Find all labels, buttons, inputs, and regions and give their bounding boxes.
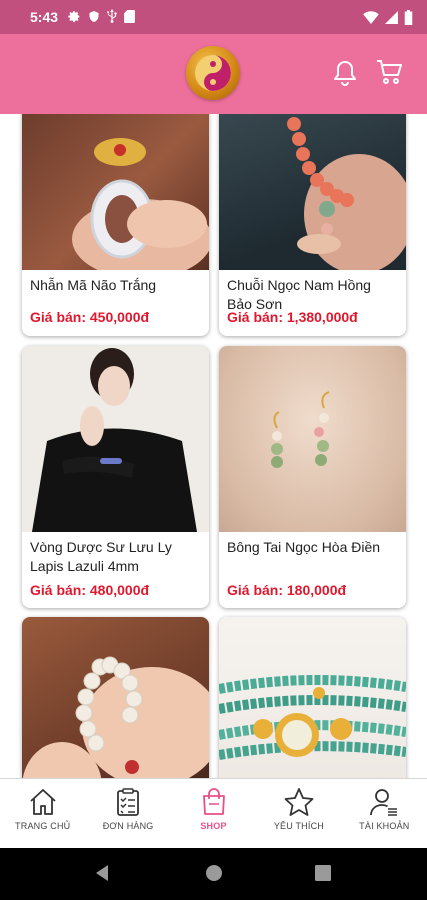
nav-label: TÀI KHOẢN — [359, 821, 410, 831]
product-grid[interactable]: Nhẫn Mã Não Trắng Giá bán: 450,000đ Chuỗ… — [0, 114, 427, 778]
product-image — [22, 346, 209, 532]
product-name: Nhẫn Mã Não Trắng — [30, 277, 157, 293]
usb-icon — [107, 9, 117, 25]
shield-icon — [88, 10, 100, 25]
product-image — [22, 114, 209, 270]
home-circle-icon[interactable] — [205, 864, 223, 882]
product-image — [219, 617, 406, 778]
android-nav-bar — [0, 848, 427, 900]
nav-label: TRANG CHỦ — [15, 821, 71, 831]
product-card[interactable] — [22, 617, 209, 778]
product-name: Chuỗi Ngọc Nam Hồng Bảo Sơn — [227, 277, 371, 312]
battery-icon — [404, 9, 413, 25]
product-card[interactable]: Bông Tai Ngọc Hòa Điền Giá bán: 180,000đ — [219, 346, 406, 608]
gear-icon — [68, 10, 81, 25]
account-icon — [370, 789, 398, 816]
sd-card-icon — [124, 9, 135, 25]
product-image — [219, 346, 406, 532]
nav-item-don-hang[interactable]: ĐƠN HÀNG — [85, 779, 170, 848]
wifi-icon — [363, 10, 379, 24]
product-image — [219, 114, 406, 270]
product-card[interactable]: Chuỗi Ngọc Nam Hồng Bảo Sơn Giá bán: 1,3… — [219, 114, 406, 336]
nav-item-trang-chu[interactable]: TRANG CHỦ — [0, 779, 85, 848]
star-icon — [284, 788, 314, 816]
bottom-nav: TRANG CHỦ ĐƠN HÀNG SHOP YÊU THÍCH TÀI KH… — [0, 778, 427, 848]
nav-item-shop[interactable]: SHOP — [171, 779, 256, 848]
product-name: Bông Tai Ngọc Hòa Điền — [227, 539, 381, 555]
back-icon[interactable] — [94, 864, 110, 882]
product-name: Vòng Dược Sư Lưu Ly Lapis Lazuli 4mm — [30, 539, 172, 574]
product-card[interactable]: Vòng Dược Sư Lưu Ly Lapis Lazuli 4mm Giá… — [22, 346, 209, 608]
status-time: 5:43 — [30, 9, 59, 25]
bell-icon[interactable] — [333, 60, 357, 91]
cart-icon[interactable] — [376, 58, 404, 91]
app-header — [0, 34, 427, 114]
status-right-icons — [363, 9, 413, 25]
status-bar: 5:43 — [0, 0, 427, 34]
nav-label: YÊU THÍCH — [273, 821, 324, 831]
shopping-bag-icon — [202, 788, 225, 815]
clipboard-icon — [117, 788, 140, 816]
signal-icon — [385, 10, 398, 24]
product-card[interactable] — [219, 617, 406, 778]
product-price: Giá bán: 180,000đ — [227, 582, 347, 598]
nav-label: SHOP — [200, 821, 227, 831]
nav-item-tai-khoan[interactable]: TÀI KHOẢN — [342, 779, 427, 848]
recents-icon[interactable] — [315, 865, 331, 881]
product-price: Giá bán: 480,000đ — [30, 582, 150, 598]
nav-label: ĐƠN HÀNG — [102, 821, 154, 831]
product-image — [22, 617, 209, 778]
product-card[interactable]: Nhẫn Mã Não Trắng Giá bán: 450,000đ — [22, 114, 209, 336]
taiji-logo[interactable] — [186, 46, 240, 100]
product-price: Giá bán: 1,380,000đ — [227, 309, 358, 325]
home-icon — [30, 789, 56, 815]
nav-item-yeu-thich[interactable]: YÊU THÍCH — [256, 779, 341, 848]
product-price: Giá bán: 450,000đ — [30, 309, 150, 325]
